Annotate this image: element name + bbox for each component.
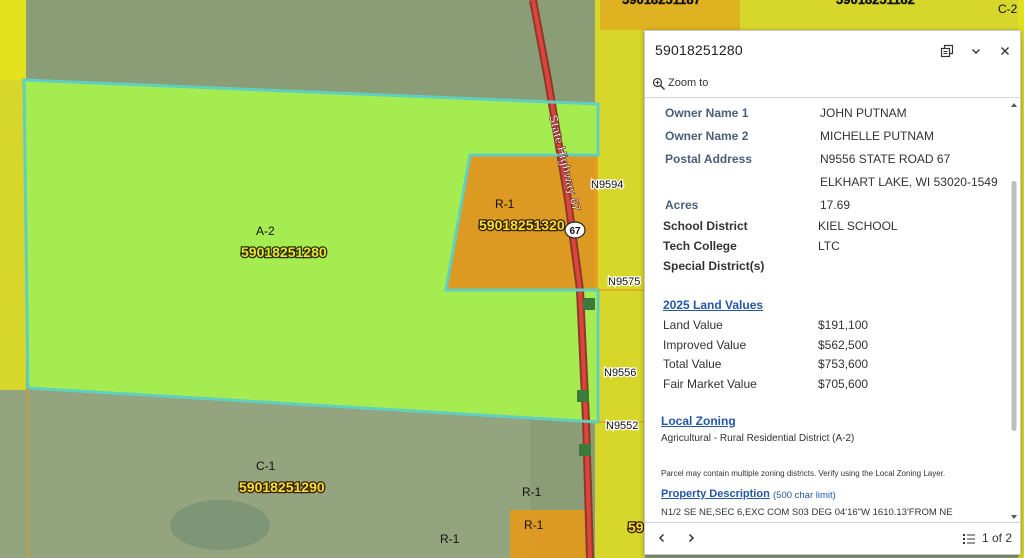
acres-value: 17.69 (820, 198, 851, 212)
parcel-partial-number: 59 (628, 519, 644, 535)
popup-footer: 1 of 2 (645, 522, 1020, 554)
parcel-a2-number: 59018251280 (241, 244, 327, 260)
pager-label: 1 of 2 (982, 531, 1013, 545)
local-zoning-heading: Local Zoning (661, 414, 736, 428)
map-marker[interactable] (583, 298, 595, 310)
road-label-n9575: N9575 (608, 276, 640, 288)
special-district-label: Special District(s) (663, 259, 765, 273)
property-description-heading: Property Description (661, 488, 770, 500)
road-label-n9556: N9556 (604, 367, 636, 379)
zone-a2-label: A-2 (256, 224, 275, 238)
improved-value-label: Improved Value (663, 338, 747, 352)
fair-market-value-label: Fair Market Value (663, 377, 757, 391)
parcel-r1-number: 59018251320 (479, 217, 565, 233)
close-button[interactable] (995, 41, 1015, 61)
zoom-to-label: Zoom to (668, 77, 709, 89)
parcel-popup: 59018251280 Zoom to Owner Name 1 JOHN PU… (644, 30, 1021, 555)
popup-scrollbar[interactable] (1010, 101, 1018, 521)
improved-value: $562,500 (818, 338, 869, 352)
zoom-to-button[interactable]: Zoom to (645, 71, 1020, 98)
close-icon (1001, 47, 1009, 55)
parcel-c1-number: 59018251290 (239, 479, 325, 495)
total-value-label: Total Value (663, 357, 722, 371)
land-value-label: Land Value (663, 318, 723, 332)
land-value: $191,100 (818, 318, 869, 332)
top-right-parcel-number: 59018251182 (836, 0, 915, 7)
road-label-n9552: N9552 (606, 420, 638, 432)
land-values-heading: 2025 Land Values (663, 298, 764, 312)
fair-market-value: $705,600 (818, 377, 869, 391)
feature-list-icon (963, 534, 975, 544)
map-imagery-pond (170, 500, 270, 550)
zone-r1-south (510, 510, 592, 558)
popup-content: Owner Name 1 JOHN PUTNAM Owner Name 2 MI… (645, 98, 1020, 523)
collapse-button[interactable] (966, 41, 986, 61)
zone-yellow-right (595, 40, 645, 558)
next-feature-button[interactable] (684, 531, 698, 545)
highway-shield: 67 (564, 221, 586, 239)
zone-c2-label: C-2 (998, 2, 1018, 16)
acres-label: Acres (665, 198, 699, 212)
owner2-value: MICHELLE PUTNAM (820, 129, 935, 143)
school-district-value: KIEL SCHOOL (818, 219, 898, 233)
chevron-left-icon (658, 533, 665, 543)
zone-c1-label: C-1 (256, 459, 276, 473)
zone-r1-upper-label: R-1 (495, 197, 515, 211)
property-description-text: N1/2 SE NE,SEC 6,EXC COM S03 DEG 04'16"W… (661, 507, 953, 518)
highway-shield-label: 67 (569, 226, 581, 237)
chevron-down-icon (972, 49, 980, 54)
dock-icon (940, 44, 954, 58)
zone-r1-south-b-label: R-1 (524, 518, 544, 532)
tech-college-label: Tech College (663, 239, 737, 253)
total-value: $753,600 (818, 357, 869, 371)
top-left-parcel-number: 59018251187 (622, 0, 701, 7)
zone-r1-south-c-label: R-1 (440, 532, 460, 546)
property-description-limit: (500 char limit) (773, 490, 836, 501)
postal-address-line1: N9556 STATE ROAD 67 (820, 152, 951, 166)
zone-yellow-top-left (0, 0, 26, 80)
zoom-in-icon (652, 77, 665, 90)
popup-title: 59018251280 (655, 42, 743, 58)
zoning-note: Parcel may contain multiple zoning distr… (661, 469, 946, 478)
school-district-label: School District (663, 219, 748, 233)
road-label-n9594: N9594 (591, 179, 623, 191)
prev-feature-button[interactable] (655, 531, 669, 545)
tech-college-value: LTC (818, 239, 840, 253)
postal-address-line2: ELKHART LAKE, WI 53020-1549 (820, 175, 998, 189)
map-marker[interactable] (577, 390, 589, 402)
dock-button[interactable] (937, 41, 957, 61)
owner1-label: Owner Name 1 (665, 106, 749, 120)
popup-header: 59018251280 (645, 31, 1020, 71)
map-marker[interactable] (579, 444, 591, 456)
owner2-label: Owner Name 2 (665, 129, 749, 143)
zone-r1-south-a-label: R-1 (522, 485, 542, 499)
owner1-value: JOHN PUTNAM (820, 106, 907, 120)
local-zoning-value: Agricultural - Rural Residential Distric… (661, 433, 855, 444)
feature-list-button[interactable] (961, 531, 977, 547)
postal-address-label: Postal Address (665, 152, 752, 166)
chevron-right-icon (688, 533, 695, 543)
